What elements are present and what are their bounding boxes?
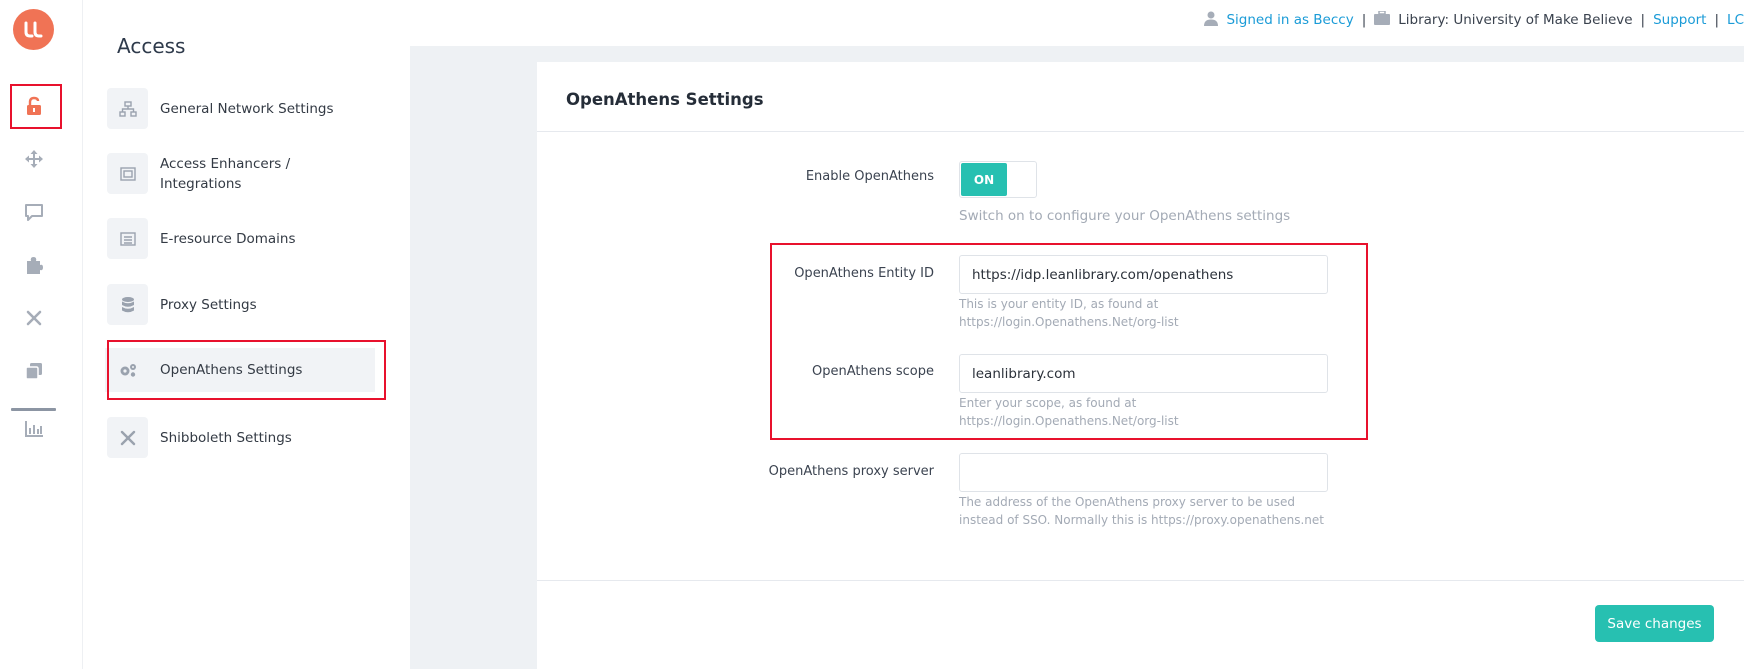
scope-help: Enter your scope, as found at https://lo… xyxy=(959,396,1179,428)
top-bar: Signed in as Beccy | Library: University… xyxy=(1204,9,1744,31)
move-arrows-icon[interactable] xyxy=(14,142,54,176)
tools-icon xyxy=(107,417,148,458)
puzzle-icon[interactable] xyxy=(14,248,54,282)
separator: | xyxy=(1361,12,1367,28)
unlock-icon[interactable] xyxy=(14,89,54,123)
entity-id-help: This is your entity ID, as found at http… xyxy=(959,297,1179,329)
logout-link[interactable]: LC xyxy=(1727,12,1744,28)
divider xyxy=(537,580,1744,581)
tools-icon[interactable] xyxy=(14,301,54,335)
toggle-on-label: ON xyxy=(961,163,1007,196)
bar-chart-icon[interactable] xyxy=(14,412,54,446)
chat-icon[interactable] xyxy=(14,195,54,229)
nav-item-label: OpenAthens Settings xyxy=(160,362,303,378)
enable-openathens-toggle[interactable]: ON xyxy=(959,161,1037,198)
nav-item-label: General Network Settings xyxy=(160,100,334,117)
library-name: Library: University of Make Believe xyxy=(1398,12,1633,28)
briefcase-icon xyxy=(1374,10,1391,29)
lean-library-logo-icon xyxy=(24,21,42,37)
divider xyxy=(537,131,1744,132)
gears-icon xyxy=(107,350,148,391)
scope-input[interactable] xyxy=(959,354,1328,393)
nav-item-label: Access Enhancers / Integrations xyxy=(160,155,291,192)
save-changes-button[interactable]: Save changes xyxy=(1595,605,1714,642)
entity-id-label: OpenAthens Entity ID xyxy=(794,266,934,281)
proxy-server-help: The address of the OpenAthens proxy serv… xyxy=(959,495,1324,527)
logo[interactable] xyxy=(13,9,54,50)
nav-item-shibboleth-settings[interactable]: Shibboleth Settings xyxy=(107,417,387,458)
openathens-settings-card: OpenAthens Settings Enable OpenAthens ON… xyxy=(537,62,1744,669)
nav-item-label: Shibboleth Settings xyxy=(160,429,292,446)
nav-item-eresource-domains[interactable]: E-resource Domains xyxy=(107,218,387,259)
enable-help-text: Switch on to configure your OpenAthens s… xyxy=(959,208,1291,224)
card-title: OpenAthens Settings xyxy=(566,90,764,109)
left-rail xyxy=(0,0,83,669)
separator: | xyxy=(1640,12,1646,28)
user-icon xyxy=(1204,11,1219,30)
nav-item-openathens-settings[interactable]: OpenAthens Settings xyxy=(105,348,375,392)
nav-item-label: Proxy Settings xyxy=(160,296,257,313)
list-icon xyxy=(107,218,148,259)
nav-title: Access xyxy=(117,34,186,58)
separator: | xyxy=(1714,12,1720,28)
database-icon xyxy=(107,284,148,325)
rail-divider xyxy=(11,408,56,411)
copy-icon[interactable] xyxy=(14,354,54,388)
access-nav: Access General Network Settings Access E… xyxy=(84,0,410,669)
support-link[interactable]: Support xyxy=(1653,12,1706,28)
enable-openathens-label: Enable OpenAthens xyxy=(805,169,934,184)
nav-item-access-enhancers[interactable]: Access Enhancers / Integrations xyxy=(107,153,387,194)
entity-id-input[interactable] xyxy=(959,255,1328,294)
nav-item-proxy-settings[interactable]: Proxy Settings xyxy=(107,284,387,325)
nav-item-general-network[interactable]: General Network Settings xyxy=(107,88,387,129)
proxy-server-input[interactable] xyxy=(959,453,1328,492)
network-icon xyxy=(107,88,148,129)
proxy-server-label: OpenAthens proxy server xyxy=(768,464,934,479)
nav-item-label: E-resource Domains xyxy=(160,230,296,247)
scope-label: OpenAthens scope xyxy=(812,364,934,379)
signed-in-link[interactable]: Signed in as Beccy xyxy=(1226,12,1353,28)
screen-icon xyxy=(107,153,148,194)
